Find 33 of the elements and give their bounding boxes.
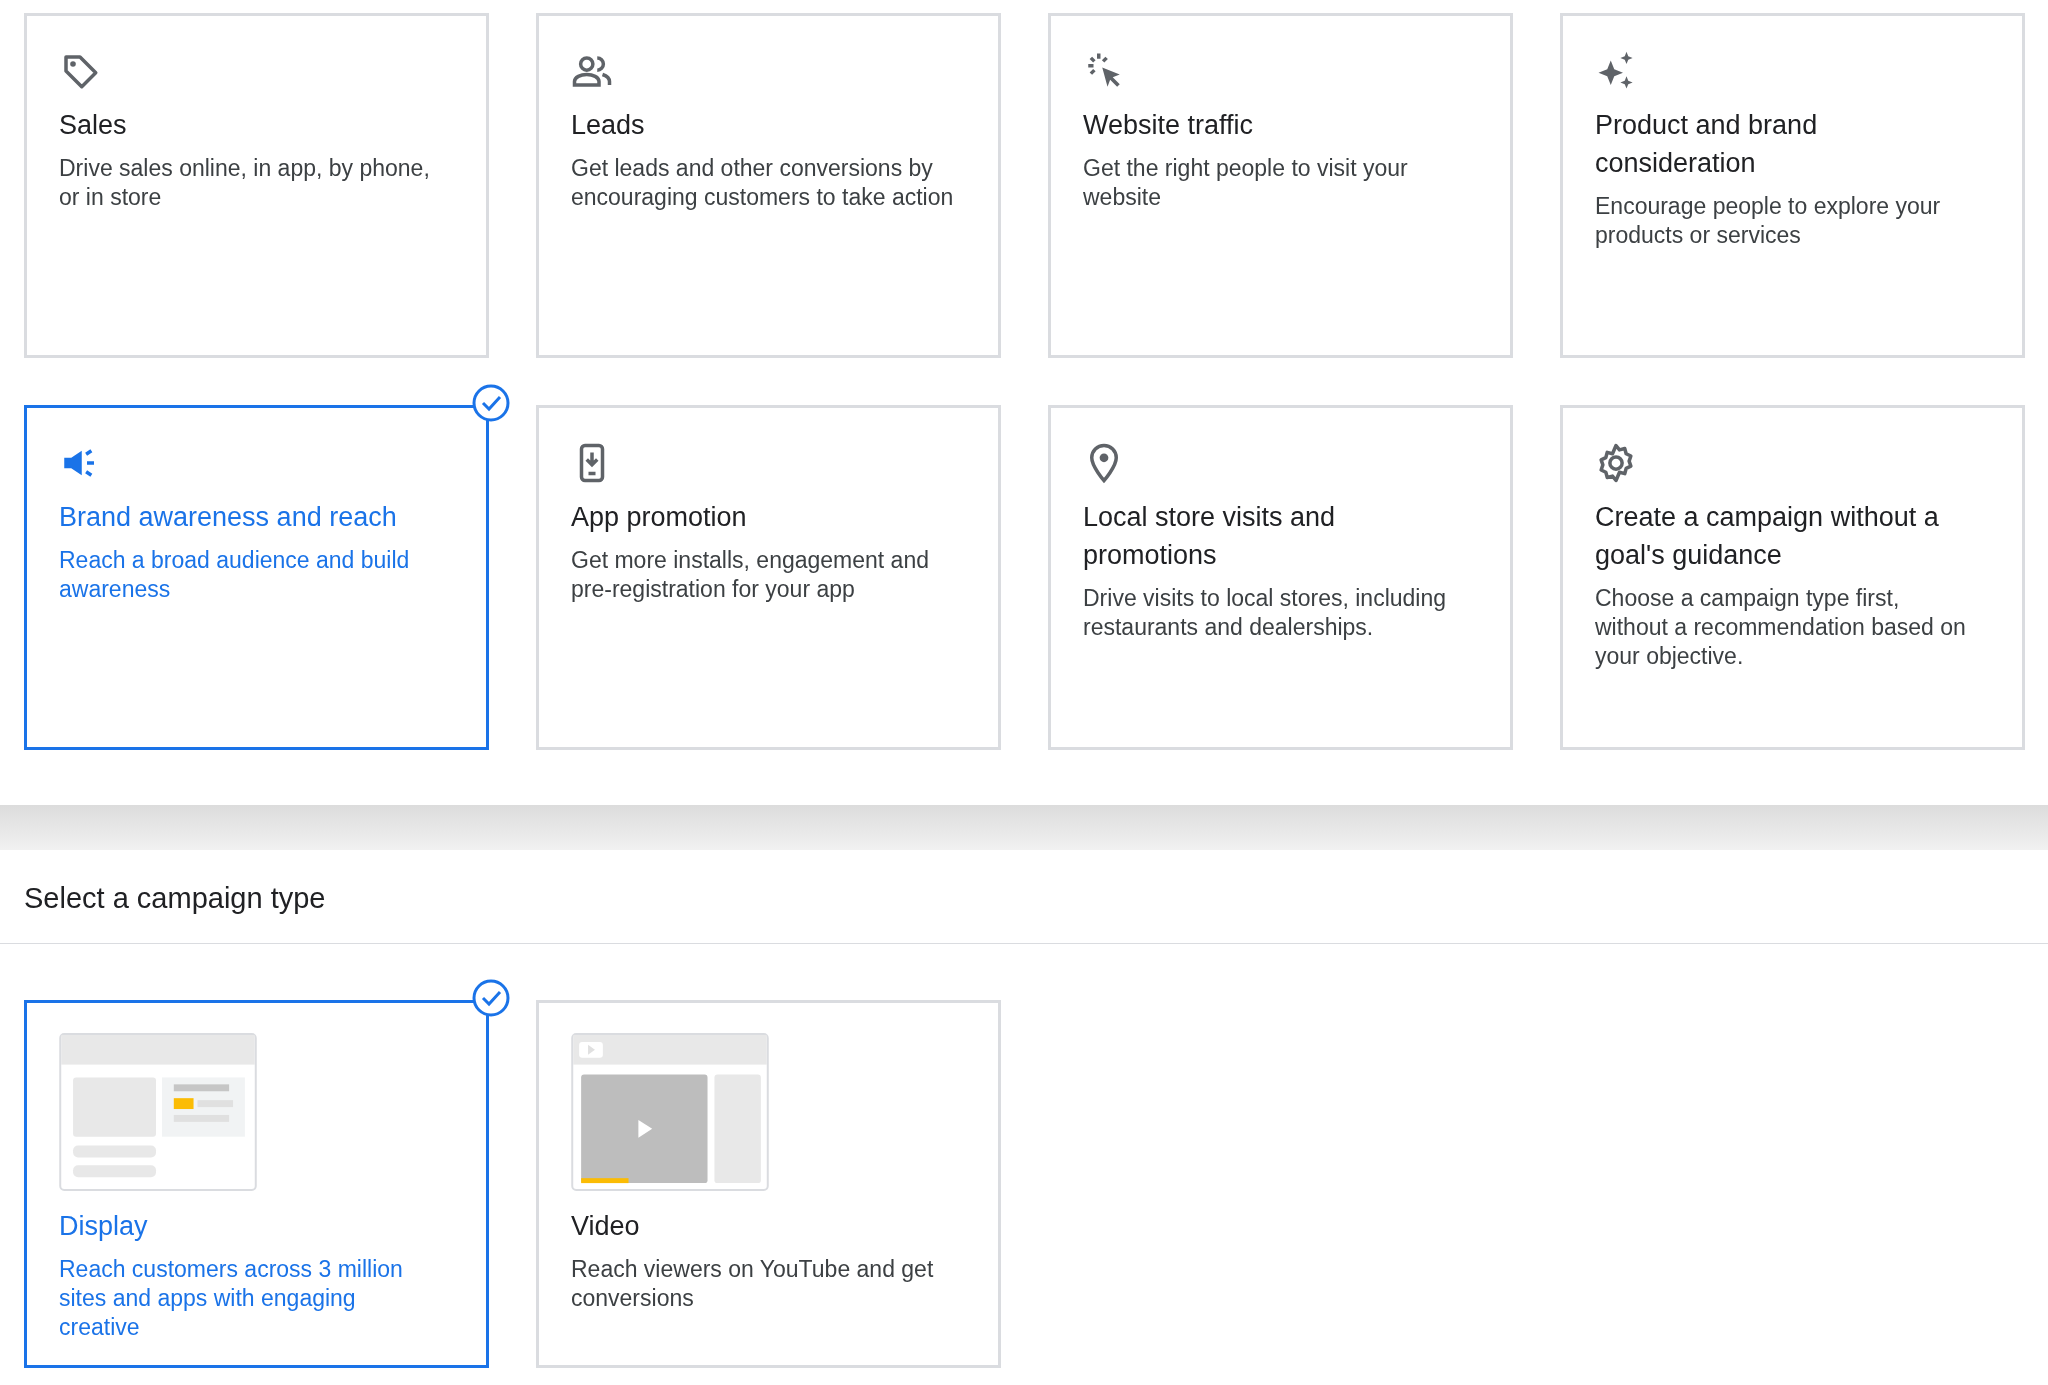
option-card[interactable]: Sales Drive sales online, in app, by phone, or in store [24, 13, 489, 358]
card-description: Get more installs, engagement and pre-registration for your app [571, 546, 930, 604]
option-card[interactable]: Display Reach customers across 3 million sites and apps with engaging creative [24, 1000, 489, 1368]
card-title: Display [59, 1210, 149, 1243]
card-title: Leads [571, 109, 646, 142]
card-description: Encourage people to explore your products or services [1595, 192, 1942, 250]
card-title: Sales [59, 109, 128, 142]
option-card[interactable]: Video Reach viewers on YouTube and get conversions [536, 1000, 1001, 1368]
option-card[interactable]: Local store visits and promotions Drive visits to local stores, including restaurants and dealerships. [1048, 405, 1513, 750]
card-description: Drive visits to local stores, including restaurants and dealerships. [1083, 584, 1448, 642]
checkmark-icon [471, 978, 511, 1018]
card-title: Website traffic [1083, 109, 1255, 142]
card-title: App promotion [571, 501, 748, 534]
option-card[interactable]: Create a campaign without a goal's guidance Choose a campaign type first, without a recommendation based on your objective. [1560, 405, 2025, 750]
card-title: Local store visits and promotions [1083, 501, 1337, 572]
card-description: Reach viewers on YouTube and get conversions [571, 1255, 935, 1313]
section-heading: Select a campaign type [0, 850, 2048, 944]
option-card[interactable]: App promotion Get more installs, engagement and pre-registration for your app [536, 405, 1001, 750]
card-title: Brand awareness and reach [59, 501, 398, 534]
card-description: Get the right people to visit your website [1083, 154, 1409, 212]
card-description: Get leads and other conversions by encouraging customers to take action [571, 154, 954, 212]
card-description: Reach a broad audience and build awareness [59, 546, 411, 604]
option-card[interactable]: Product and brand consideration Encourage people to explore your products or services [1560, 13, 2025, 358]
option-card[interactable]: Leads Get leads and other conversions by encouraging customers to take action [536, 13, 1001, 358]
card-description: Reach customers across 3 million sites and apps with engaging creative [59, 1255, 404, 1342]
card-title: Video [571, 1210, 641, 1243]
checkmark-icon [471, 383, 511, 423]
option-card[interactable]: Brand awareness and reach Reach a broad audience and build awareness [24, 405, 489, 750]
card-description: Drive sales online, in app, by phone, or in store [59, 154, 431, 212]
card-description: Choose a campaign type first, without a recommendation based on your objective. [1595, 584, 1967, 671]
card-title: Create a campaign without a goal's guidance [1595, 501, 1940, 572]
option-card[interactable]: Website traffic Get the right people to visit your website [1048, 13, 1513, 358]
card-title: Product and brand consideration [1595, 109, 1819, 180]
